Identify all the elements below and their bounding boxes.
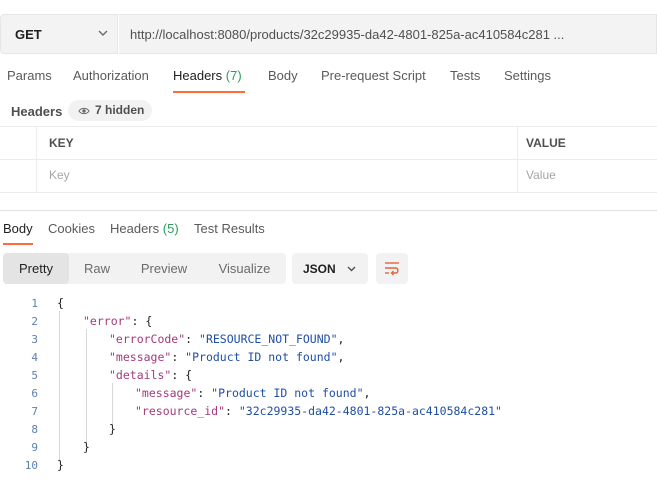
code-line: { [57, 296, 64, 310]
tab-headers[interactable]: Headers (7) [173, 68, 242, 83]
tab-authorization[interactable]: Authorization [73, 68, 149, 83]
response-body-code[interactable]: 1 2 3 4 5 6 7 8 9 10 { "error": { "error… [0, 294, 657, 480]
response-tab-headers[interactable]: Headers (5) [110, 221, 179, 236]
request-bar: GET http://localhost:8080/products/32c29… [0, 14, 657, 54]
code-line: "errorCode": "RESOURCE_NOT_FOUND", [109, 332, 345, 346]
active-tab-indicator [173, 91, 245, 93]
indent-guide [59, 311, 60, 461]
view-visualize[interactable]: Visualize [203, 253, 286, 284]
response-tab-cookies[interactable]: Cookies [48, 221, 95, 236]
table-divider [0, 126, 657, 127]
url-text: http://localhost:8080/products/32c29935-… [130, 27, 565, 42]
code-line: } [109, 422, 116, 436]
tab-body[interactable]: Body [268, 68, 298, 83]
line-number: 2 [31, 315, 38, 328]
hidden-headers-toggle[interactable]: 7 hidden [68, 100, 152, 121]
table-divider [0, 159, 657, 160]
format-select[interactable]: JSON [292, 253, 368, 284]
chevron-down-icon [98, 30, 108, 36]
headers-row: Headers 7 hidden [0, 100, 657, 122]
line-number: 9 [31, 441, 38, 454]
column-divider [36, 126, 37, 192]
line-number: 8 [31, 423, 38, 436]
request-tabs: Params Authorization Headers (7) Body Pr… [0, 68, 657, 96]
active-response-tab-indicator [3, 243, 33, 245]
headers-title: Headers [11, 104, 63, 119]
code-line: "details": { [109, 368, 193, 382]
code-line: } [83, 440, 90, 454]
value-input[interactable]: Value [526, 168, 556, 182]
view-raw[interactable]: Raw [69, 253, 125, 284]
code-line: } [57, 458, 64, 472]
view-preview[interactable]: Preview [125, 253, 203, 284]
code-line: "error": { [83, 314, 153, 328]
code-line: "resource_id": "32c29935-da42-4801-825a-… [135, 404, 502, 418]
tab-settings[interactable]: Settings [504, 68, 551, 83]
chevron-down-icon [347, 266, 356, 272]
headers-table: KEY VALUE Key Value [0, 126, 657, 193]
response-headers-count: (5) [162, 221, 179, 236]
eye-icon [78, 107, 90, 115]
response-divider [0, 210, 657, 211]
view-mode-control: Pretty Raw Preview Visualize [3, 253, 286, 284]
code-line: "message": "Product ID not found", [109, 350, 345, 364]
response-tab-body[interactable]: Body [3, 221, 33, 236]
line-number: 1 [31, 297, 38, 310]
method-label: GET [15, 27, 42, 42]
format-label: JSON [303, 262, 336, 276]
line-number: 6 [31, 387, 38, 400]
line-number: 10 [24, 459, 38, 472]
view-pretty[interactable]: Pretty [3, 253, 69, 284]
code-line: "message": "Product ID not found", [135, 386, 371, 400]
column-header-key: KEY [49, 136, 74, 150]
line-number: 7 [31, 405, 38, 418]
headers-count: (7) [225, 68, 242, 83]
wrap-lines-icon [385, 262, 399, 276]
wrap-lines-button[interactable] [376, 253, 408, 284]
column-header-value: VALUE [526, 136, 566, 150]
line-number: 3 [31, 333, 38, 346]
tab-tests[interactable]: Tests [450, 68, 480, 83]
url-input[interactable]: http://localhost:8080/products/32c29935-… [119, 14, 657, 54]
column-divider [517, 126, 518, 192]
indent-guide [86, 329, 87, 443]
tab-params[interactable]: Params [7, 68, 52, 83]
response-tab-test-results[interactable]: Test Results [194, 221, 265, 236]
line-number: 4 [31, 351, 38, 364]
method-select[interactable]: GET [0, 14, 118, 54]
key-input[interactable]: Key [49, 168, 70, 182]
tab-pre-request-script[interactable]: Pre-request Script [321, 68, 426, 83]
indent-guide [112, 383, 113, 425]
line-number: 5 [31, 369, 38, 382]
table-divider [0, 192, 657, 193]
hidden-headers-label: 7 hidden [95, 103, 145, 117]
response-tabs: Body Cookies Headers (5) Test Results [0, 221, 657, 247]
